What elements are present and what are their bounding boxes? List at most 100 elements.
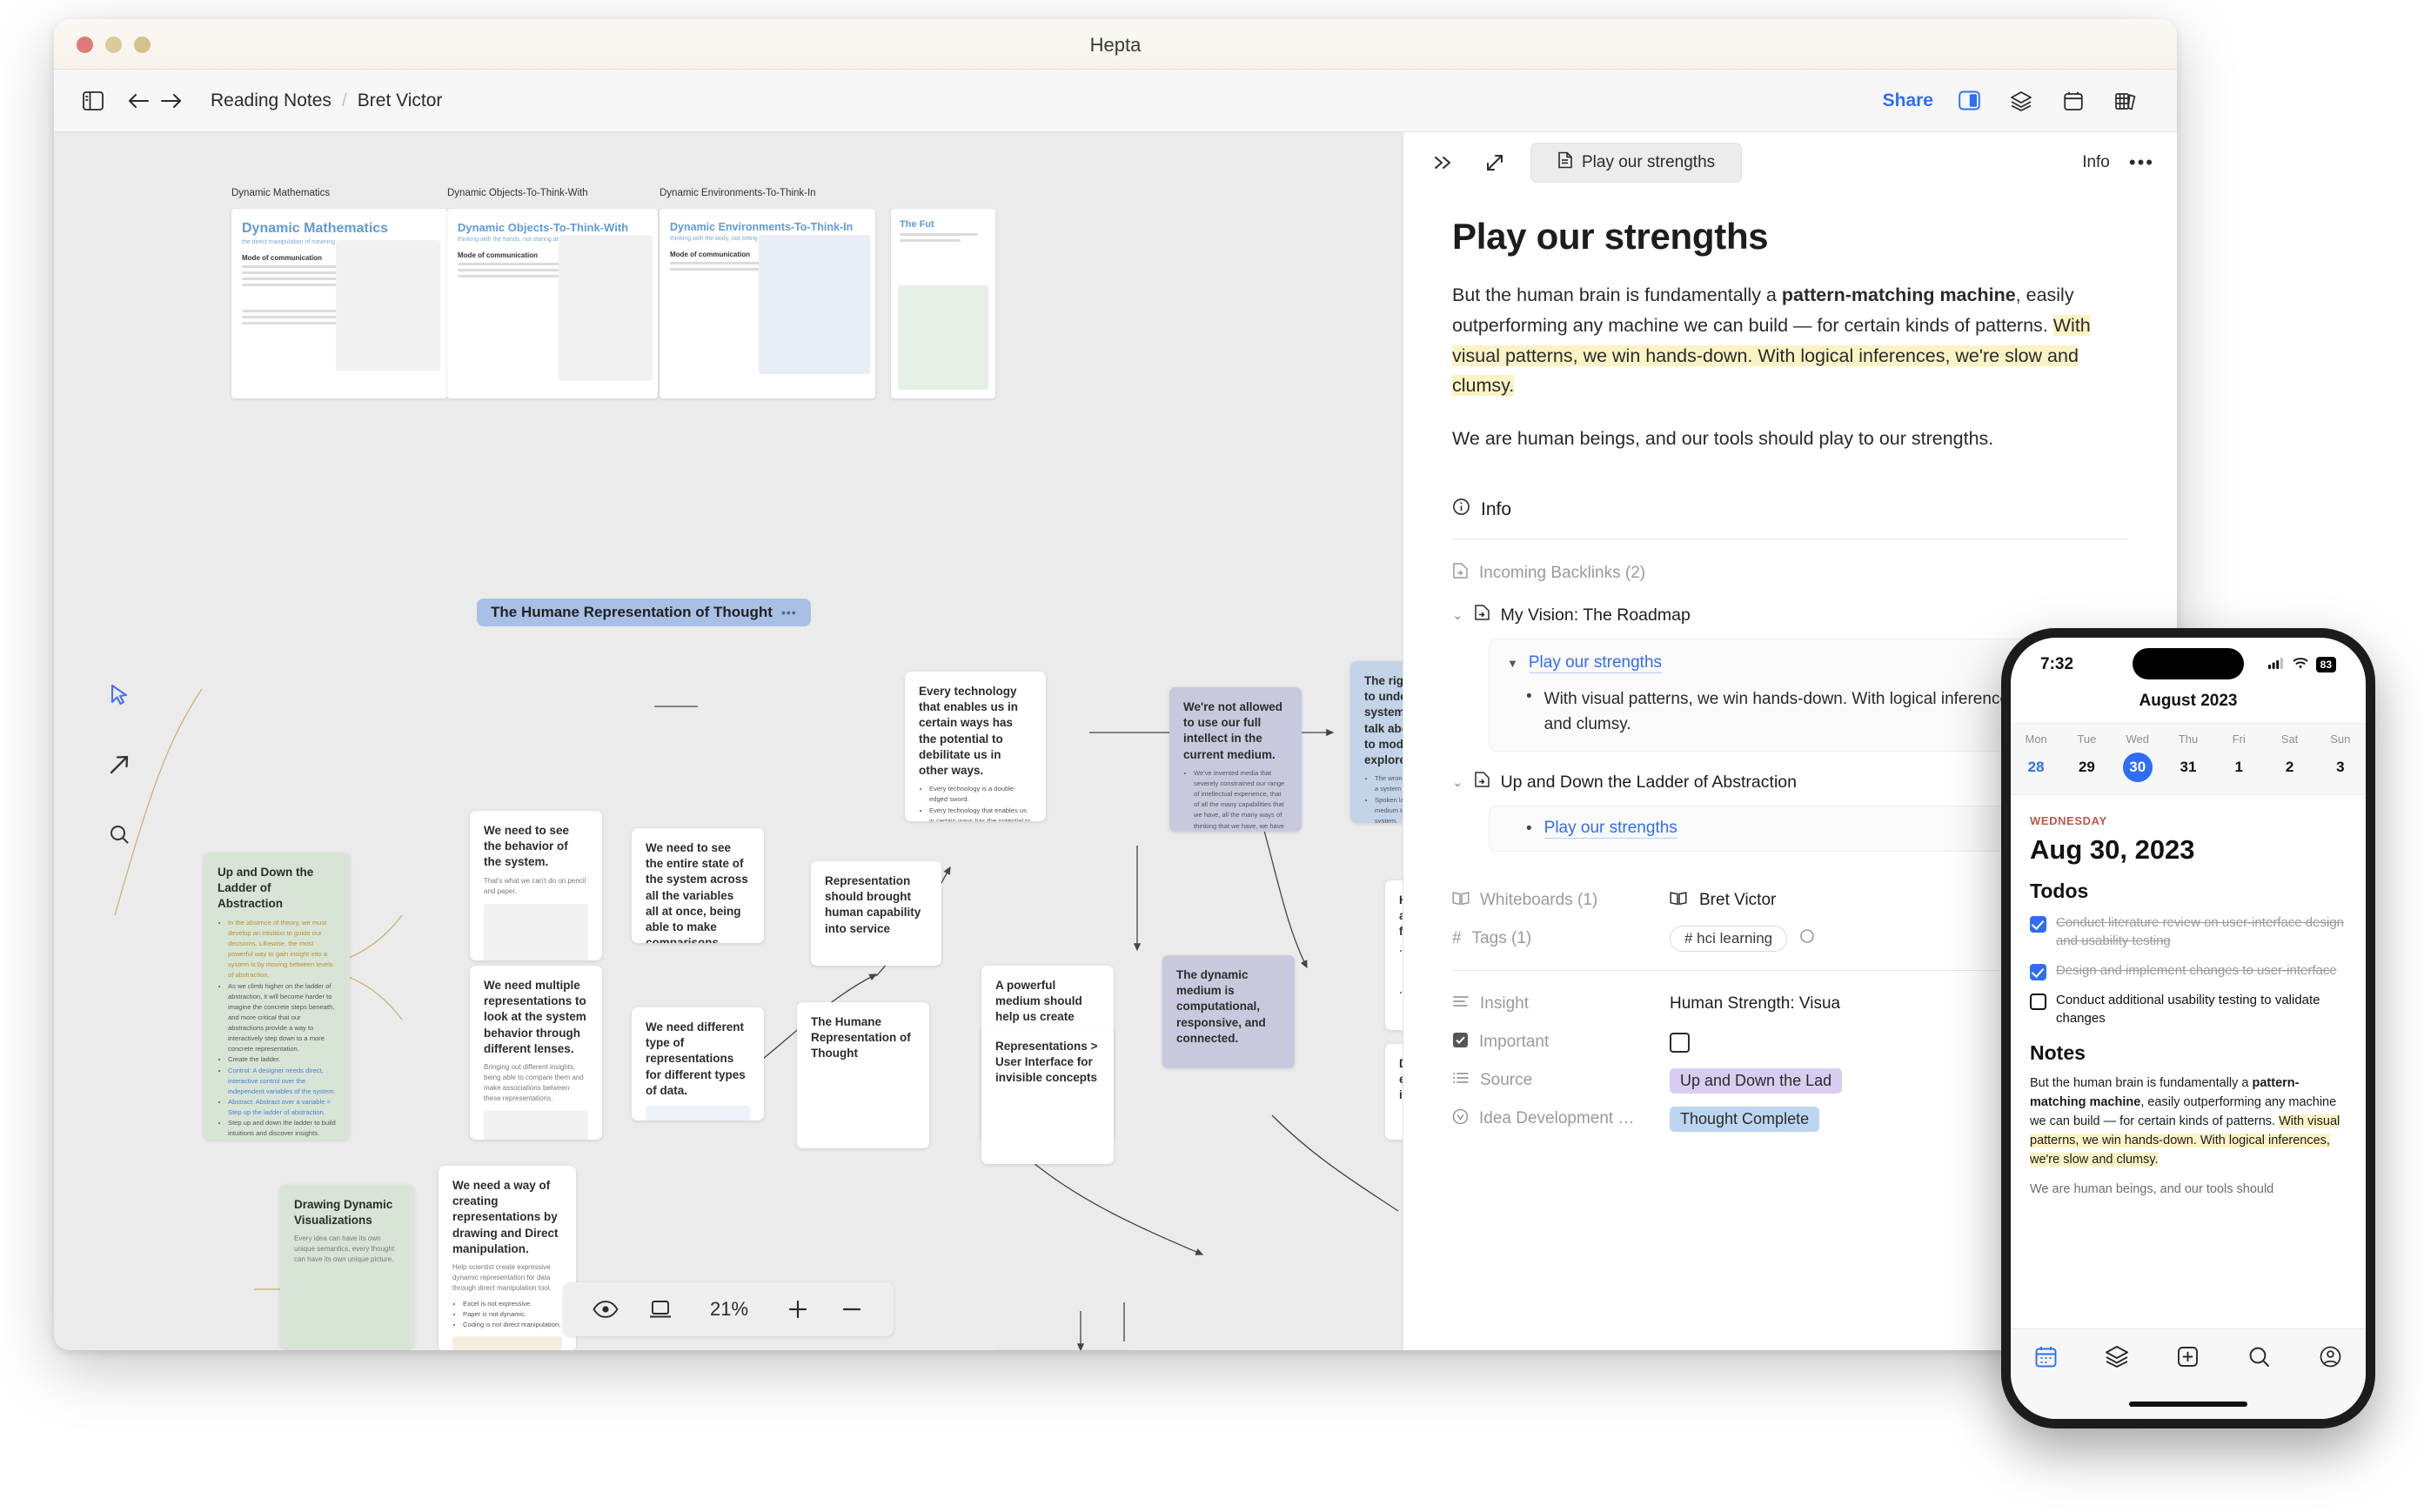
calendar-day-3[interactable]: 3 bbox=[2326, 753, 2355, 782]
canvas-card-dynamic-environment[interactable]: Dynamic environment for intellectual wor… bbox=[1385, 1044, 1403, 1140]
group-label-humane-representation[interactable]: The Humane Representation of Thought ••• bbox=[477, 599, 811, 626]
circle-icon[interactable] bbox=[1799, 928, 1815, 949]
canvas-card-reps-user-interface[interactable]: Representations > User Interface for inv… bbox=[981, 1027, 1114, 1164]
document-content[interactable]: Play our strengths But the human brain i… bbox=[1403, 193, 2177, 454]
eye-icon[interactable] bbox=[593, 1300, 619, 1319]
window-titlebar: Hepta bbox=[54, 19, 2177, 70]
property-value[interactable]: # hci learning bbox=[1670, 926, 1815, 953]
doc-thumb-dynamic-environments[interactable]: Dynamic Environments-To-Think-In Dynamic… bbox=[660, 188, 875, 398]
card-bullets: Excel is not expressive. Paper is not dy… bbox=[463, 1299, 562, 1330]
todo-checkbox-unchecked[interactable] bbox=[2030, 993, 2046, 1010]
whiteboard-canvas[interactable]: Dynamic Mathematics Dynamic Mathematics … bbox=[54, 132, 1403, 1350]
document-title-pill[interactable]: Play our strengths bbox=[1530, 143, 1743, 183]
phone-daily-content[interactable]: WEDNESDAY Aug 30, 2023 Todos Conduct lit… bbox=[2011, 795, 2366, 1282]
canvas-card-create-dynamic-reps[interactable]: We need a way of creating representation… bbox=[439, 1166, 576, 1350]
doc-thumb-dynamic-mathematics[interactable]: Dynamic Mathematics Dynamic Mathematics … bbox=[231, 188, 447, 398]
backlink-source-title[interactable]: My Vision: The Roadmap bbox=[1501, 605, 1691, 626]
backlink-link[interactable]: Play our strengths bbox=[1543, 819, 1677, 840]
collapse-triangle-icon[interactable]: ▼ bbox=[1507, 657, 1518, 670]
backlink-source-title[interactable]: Up and Down the Ladder of Abstraction bbox=[1501, 773, 1797, 793]
property-value[interactable]: Bret Victor bbox=[1670, 891, 1776, 911]
canvas-tool-rail[interactable] bbox=[104, 680, 134, 849]
card-illustration bbox=[452, 1335, 562, 1350]
present-icon[interactable] bbox=[648, 1299, 673, 1320]
sidebar-toggle-icon[interactable] bbox=[77, 84, 110, 117]
tab-add[interactable] bbox=[2153, 1345, 2224, 1368]
calendar-day-30-selected[interactable]: 30 bbox=[2122, 753, 2153, 782]
todo-item[interactable]: Design and implement changes to user-int… bbox=[2030, 961, 2347, 980]
zoom-in-icon[interactable] bbox=[786, 1297, 810, 1321]
canvas-card-every-technology[interactable]: Every technology that enables us in cert… bbox=[905, 672, 1046, 821]
tab-layers[interactable] bbox=[2082, 1345, 2153, 1368]
layers-icon[interactable] bbox=[2005, 84, 2038, 117]
source-chip[interactable]: Up and Down the Lad bbox=[1670, 1067, 1843, 1094]
calendar-icon[interactable] bbox=[2057, 84, 2090, 117]
weekday-label: Thu bbox=[2178, 733, 2199, 746]
expand-icon[interactable] bbox=[1478, 146, 1511, 179]
tab-account[interactable] bbox=[2294, 1345, 2366, 1368]
calendar-day-2[interactable]: 2 bbox=[2275, 753, 2305, 782]
breadcrumb-item-bret-victor[interactable]: Bret Victor bbox=[358, 90, 443, 111]
zoom-out-icon[interactable] bbox=[840, 1297, 864, 1321]
property-value-text[interactable]: Human Strength: Visua bbox=[1670, 994, 1840, 1014]
canvas-card-see-behavior[interactable]: We need to see the behavior of the syste… bbox=[470, 811, 602, 960]
canvas-card-entire-state[interactable]: We need to see the entire state of the s… bbox=[632, 828, 764, 943]
canvas-card-representation-service[interactable]: Representation should brought human capa… bbox=[811, 861, 941, 966]
doc-thumb-the-future[interactable]: The Fut bbox=[891, 209, 995, 398]
backlink-source-row[interactable]: ⌄ My Vision: The Roadmap bbox=[1452, 604, 2128, 626]
calendar-day-1[interactable]: 1 bbox=[2224, 753, 2253, 782]
canvas-card-dynamic-medium[interactable]: The dynamic medium is computational, res… bbox=[1162, 955, 1295, 1068]
chevron-down-icon[interactable]: ⌄ bbox=[1452, 774, 1463, 790]
idea-status-chip[interactable]: Thought Complete bbox=[1670, 1106, 1820, 1132]
chevrons-right-icon[interactable] bbox=[1426, 146, 1459, 179]
canvas-card-drawing-dynamic-viz[interactable]: Drawing Dynamic Visualizations Every ide… bbox=[280, 1185, 414, 1348]
todo-item[interactable]: Conduct additional usability testing to … bbox=[2030, 991, 2347, 1028]
canvas-card-ladder[interactable]: Up and Down the Ladder of Abstraction In… bbox=[204, 853, 350, 1140]
arrow-left-icon[interactable] bbox=[122, 84, 155, 117]
arrow-icon[interactable] bbox=[104, 750, 134, 779]
property-value[interactable] bbox=[1670, 1032, 1690, 1053]
info-section-header: Info bbox=[1452, 498, 2128, 521]
canvas-card-multiple-representations[interactable]: We need multiple representations to look… bbox=[470, 966, 602, 1140]
property-value[interactable]: Thought Complete bbox=[1670, 1106, 1820, 1132]
arrow-right-icon[interactable] bbox=[155, 84, 188, 117]
property-value[interactable]: Up and Down the Lad bbox=[1670, 1067, 1843, 1094]
day-number-row[interactable]: 28 29 30 31 1 2 3 bbox=[2011, 746, 2366, 782]
canvas-card-not-allowed[interactable]: We're not allowed to use our full intell… bbox=[1169, 687, 1302, 832]
card-bullet: The wrong way to understand a system is … bbox=[1375, 773, 1403, 794]
card-title: We need different type of representation… bbox=[646, 1020, 746, 1097]
library-icon[interactable] bbox=[2109, 84, 2142, 117]
canvas-card-algebraic[interactable]: How do you represent an algebraic equati… bbox=[1385, 880, 1403, 1030]
phone-screen[interactable]: 7:32 83 August 2023 Mon Tue Wed Thu Fri … bbox=[2011, 638, 2366, 1419]
doc-thumb-dynamic-objects[interactable]: Dynamic Objects-To-Think-With Dynamic Ob… bbox=[447, 188, 658, 398]
card-title: Representation should brought human capa… bbox=[825, 874, 921, 935]
split-view-icon[interactable] bbox=[1952, 84, 1985, 117]
info-button[interactable]: Info bbox=[2082, 153, 2110, 172]
important-checkbox[interactable] bbox=[1670, 1032, 1690, 1053]
status-badge[interactable]: # hci learning bbox=[1670, 926, 1788, 953]
doc-thumb-label: Dynamic Objects-To-Think-With bbox=[447, 188, 588, 198]
more-options-icon[interactable]: ••• bbox=[2129, 151, 2154, 174]
search-icon[interactable] bbox=[104, 820, 134, 849]
tab-search[interactable] bbox=[2224, 1345, 2295, 1368]
share-button[interactable]: Share bbox=[1883, 90, 1933, 111]
todo-item[interactable]: Conduct literature review on user-interf… bbox=[2030, 913, 2347, 951]
status-indicators: 83 bbox=[2267, 657, 2336, 673]
canvas-card-right-way[interactable]: The right way is to understand a system … bbox=[1350, 661, 1403, 823]
backlink-link[interactable]: Play our strengths bbox=[1528, 653, 1663, 674]
calendar-day-29[interactable]: 29 bbox=[2072, 753, 2101, 782]
canvas-card-different-types[interactable]: We need different type of representation… bbox=[632, 1007, 764, 1121]
canvas-zoom-toolbar[interactable]: 21% bbox=[563, 1282, 894, 1336]
cursor-icon[interactable] bbox=[104, 680, 134, 710]
todo-checkbox-checked[interactable] bbox=[2030, 916, 2046, 933]
calendar-week-strip[interactable]: Mon Tue Wed Thu Fri Sat Sun 28 29 30 31 … bbox=[2011, 723, 2366, 795]
breadcrumb-item-reading-notes[interactable]: Reading Notes bbox=[211, 90, 331, 111]
canvas-card-humane-rep[interactable]: The Humane Representation of Thought bbox=[797, 1002, 929, 1148]
todo-checkbox-checked[interactable] bbox=[2030, 963, 2046, 980]
group-menu-icon[interactable]: ••• bbox=[781, 605, 797, 619]
property-value-text[interactable]: Bret Victor bbox=[1699, 891, 1776, 910]
chevron-down-icon[interactable]: ⌄ bbox=[1452, 607, 1463, 623]
tab-calendar[interactable] bbox=[2011, 1345, 2082, 1368]
calendar-day-28[interactable]: 28 bbox=[2021, 753, 2051, 782]
calendar-day-31[interactable]: 31 bbox=[2173, 753, 2203, 782]
